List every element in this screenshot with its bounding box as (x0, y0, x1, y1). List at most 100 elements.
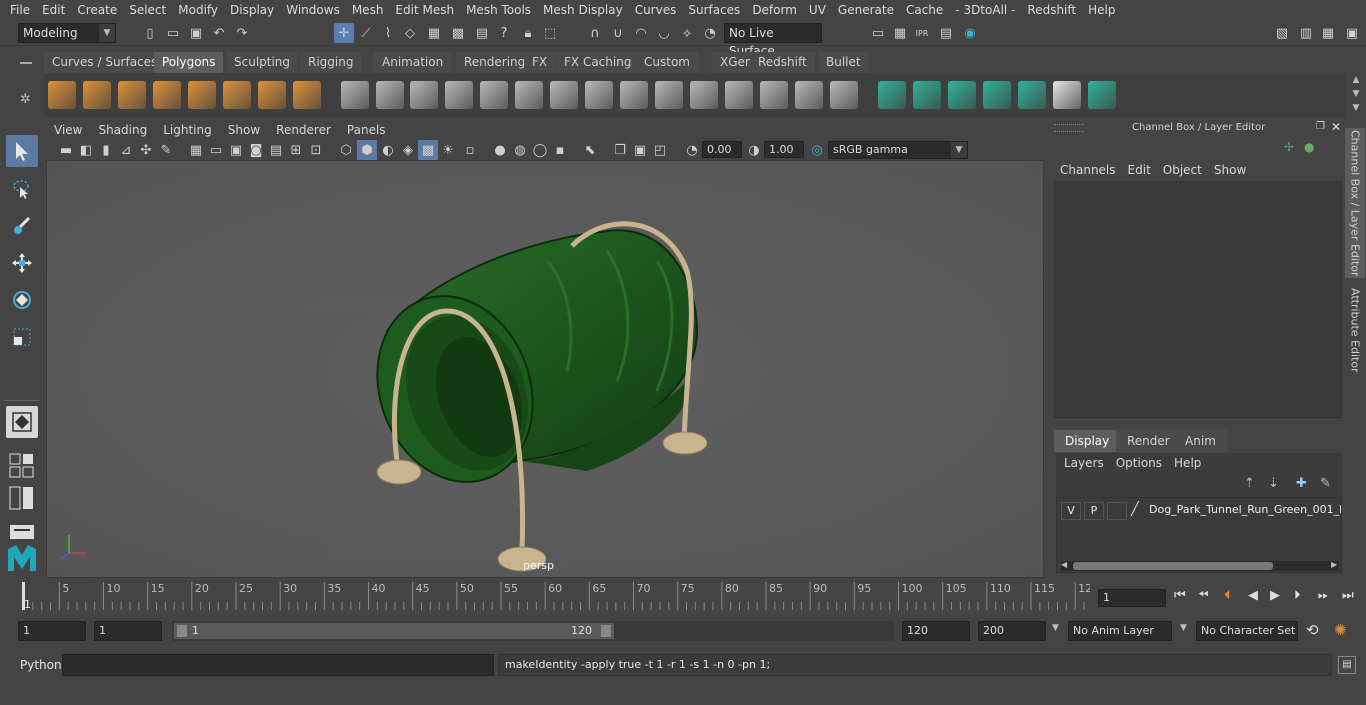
new-layer-selected-icon[interactable]: ✎ (1320, 476, 1331, 491)
poly-pyramid-icon[interactable] (258, 81, 286, 109)
tab-anim[interactable]: Anim (1174, 430, 1227, 452)
shelf-scroll[interactable]: ▲ ▼ ▼ (1346, 73, 1366, 117)
move-layer-up-icon[interactable]: ⇡ (1244, 476, 1255, 491)
snap-together-icon[interactable]: ∪ (608, 23, 628, 43)
range-start-handle[interactable] (177, 625, 187, 637)
play-backwards-icon[interactable]: ◀ (1248, 588, 1258, 603)
shelf-menu-icon[interactable] (20, 62, 32, 64)
backface-culling-icon[interactable]: ◰ (650, 140, 670, 160)
shadows-icon[interactable]: ☀ (438, 140, 458, 160)
menu-mesh-tools[interactable]: Mesh Tools (460, 0, 537, 20)
tab-display[interactable]: Display (1054, 430, 1121, 452)
cylindrical-uv-icon[interactable] (913, 81, 941, 109)
range-end-handle[interactable] (601, 625, 611, 637)
tab-redshift[interactable]: Redshift (750, 52, 815, 73)
menu-3dtoall[interactable]: - 3DtoAll - (949, 0, 1021, 20)
isolate-select-icon[interactable]: ▪ (550, 140, 570, 160)
menu-modify[interactable]: Modify (172, 0, 224, 20)
menu-edit-mesh[interactable]: Edit Mesh (389, 0, 460, 20)
gamma-field[interactable]: 1.00 (764, 141, 804, 158)
mode-dropdown[interactable]: Modeling ▼ (18, 23, 116, 43)
use-all-lights-icon[interactable]: ▩ (418, 140, 438, 160)
image-plane-icon[interactable]: ⊿ (116, 140, 136, 160)
merge-icon[interactable] (620, 81, 648, 109)
move-tool-button[interactable] (6, 247, 38, 279)
workspace-icon[interactable]: ▧ (1272, 23, 1292, 43)
bool-icon[interactable] (690, 81, 718, 109)
command-input[interactable] (62, 654, 494, 676)
viewport-menu-renderer[interactable]: Renderer (268, 120, 339, 140)
gate-mask-icon[interactable]: ◙ (246, 140, 266, 160)
menu-deform[interactable]: Deform (746, 0, 803, 20)
tab-polygons[interactable]: Polygons (154, 52, 224, 73)
layer-color-icon[interactable]: ╱ (1131, 502, 1145, 520)
help-icon[interactable]: ? (494, 23, 514, 43)
playback-start-field[interactable]: 1 (94, 621, 162, 641)
snap-surface-icon[interactable]: ◡ (654, 23, 674, 43)
character-set-dropdown[interactable]: No Character Set (1196, 621, 1298, 641)
rotate-tool-button[interactable] (6, 284, 38, 316)
exposure-field[interactable]: 0.00 (702, 141, 742, 158)
append-icon[interactable] (655, 81, 683, 109)
tab-channel-box[interactable]: Channel Box / Layer Editor (1345, 128, 1365, 278)
tab-rendering[interactable]: Rendering (456, 52, 534, 73)
render-frame-icon[interactable]: ▦ (890, 23, 910, 43)
snap-view-icon[interactable]: ▤ (472, 23, 492, 43)
step-back-key-icon[interactable]: ⏪︎ (1198, 588, 1208, 603)
layout-icon[interactable]: ▥ (1296, 23, 1316, 43)
layer-menu-help[interactable]: Help (1168, 453, 1207, 473)
make-live-icon[interactable]: ⬚ (540, 23, 560, 43)
menu-mesh-display[interactable]: Mesh Display (537, 0, 629, 20)
poly-cylinder-icon[interactable] (118, 81, 146, 109)
menu-curves[interactable]: Curves (629, 0, 683, 20)
uv-editor-icon[interactable] (1018, 81, 1046, 109)
viewport-menu-show[interactable]: Show (220, 120, 268, 140)
auto-key-icon[interactable]: ⟲ (1306, 621, 1319, 639)
safe-action-icon[interactable]: ⊞ (286, 140, 306, 160)
tab-bullet[interactable]: Bullet (818, 52, 869, 73)
tab-fx-caching[interactable]: FX Caching (556, 52, 640, 73)
poly-cube-icon[interactable] (83, 81, 111, 109)
tab-custom[interactable]: Custom (636, 52, 698, 73)
safe-title-icon[interactable]: ⊡ (306, 140, 326, 160)
animation-start-field[interactable]: 1 (18, 621, 86, 641)
drag-handle[interactable] (1054, 124, 1084, 132)
playback-end-field[interactable]: 120 (902, 621, 970, 641)
grease-pencil-icon[interactable]: ✎ (156, 140, 176, 160)
extract-icon[interactable] (480, 81, 508, 109)
combine-icon[interactable] (341, 81, 369, 109)
select-by-object-icon[interactable]: ⟋ (356, 23, 376, 43)
paint-select-tool-button[interactable] (6, 210, 38, 242)
color-space-dropdown[interactable]: sRGB gamma ▼ (828, 141, 968, 159)
render-view-icon[interactable]: ▭ (868, 23, 888, 43)
script-editor-icon[interactable]: ▤ (1338, 656, 1356, 674)
open-scene-icon[interactable]: ▭ (163, 23, 183, 43)
show-manipulator-button[interactable] (6, 406, 38, 438)
unfold-icon[interactable] (1088, 81, 1116, 109)
tab-attribute-editor[interactable]: Attribute Editor (1345, 286, 1365, 374)
scroll-left-icon[interactable]: ◀ (1061, 560, 1067, 569)
color-management-icon[interactable]: ◎ (807, 140, 827, 160)
range-slider[interactable]: 1 120 (172, 621, 894, 641)
menu-display[interactable]: Display (224, 0, 280, 20)
undo-icon[interactable]: ↶ (209, 23, 229, 43)
layer-name[interactable]: Dog_Park_Tunnel_Run_Green_001_la (1149, 503, 1341, 516)
tab-curves-surfaces[interactable]: Curves / Surfaces (44, 52, 166, 73)
save-scene-icon[interactable]: ▣ (186, 23, 206, 43)
channel-menu-show[interactable]: Show (1208, 160, 1252, 180)
range-slider-bar[interactable]: 1 120 (174, 623, 614, 639)
snap-curve-icon[interactable]: ▦ (424, 23, 444, 43)
smooth-icon[interactable] (445, 81, 473, 109)
extrude-icon[interactable] (585, 81, 613, 109)
close-icon[interactable]: ✕ (1331, 120, 1341, 134)
soft-select-icon[interactable]: ◔ (700, 23, 720, 43)
chevron-down-icon[interactable]: ▼ (1180, 623, 1187, 633)
go-to-start-icon[interactable]: ⏮ (1174, 588, 1186, 603)
motion-blur-icon[interactable]: ● (490, 140, 510, 160)
step-forward-frame-icon[interactable]: ⏵ (1294, 588, 1301, 603)
layer-row[interactable]: V P ╱ Dog_Park_Tunnel_Run_Green_001_la (1057, 501, 1341, 521)
menu-create[interactable]: Create (71, 0, 123, 20)
snap-align-icon[interactable]: ◠ (631, 23, 651, 43)
layer-menu-layers[interactable]: Layers (1058, 453, 1110, 473)
perspective-viewport[interactable]: persp (46, 160, 1044, 578)
